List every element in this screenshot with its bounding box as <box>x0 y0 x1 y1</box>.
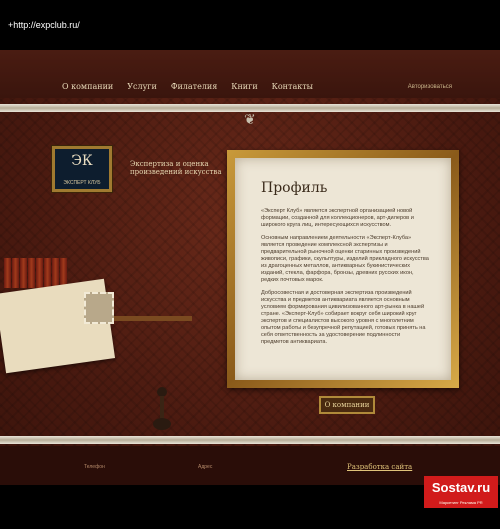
nav-item-books[interactable]: Книги <box>231 82 257 91</box>
sostav-watermark-sub: Маркетинг Реклама PR <box>424 500 498 508</box>
nav-item-services[interactable]: Услуги <box>127 82 157 91</box>
footer-phone-label: Телефон <box>84 464 105 470</box>
profile-panel: Профиль «Эксперт Клуб» является экспертн… <box>235 158 451 380</box>
url-text: +http://expclub.ru/ <box>8 20 80 30</box>
nav-item-about[interactable]: О компании <box>62 82 113 91</box>
logo[interactable]: ЭК ЭКСПЕРТ КЛУБ <box>52 146 112 192</box>
profile-text: «Эксперт Клуб» является экспертной орган… <box>261 208 429 352</box>
profile-frame: Профиль «Эксперт Клуб» является экспертн… <box>227 150 459 388</box>
nav-item-contacts[interactable]: Контакты <box>272 82 313 91</box>
telephone-icon <box>153 387 171 430</box>
books-illustration <box>4 258 68 288</box>
ornament-icon: ❦ <box>244 112 256 128</box>
profile-paragraph: Основным направлением деятельности «Эксп… <box>261 235 429 283</box>
browser-url-bar: +http://expclub.ru/ <box>0 0 500 50</box>
footer-address-label: Адрес <box>198 464 213 470</box>
sostav-watermark: Sostav.ru <box>424 476 498 500</box>
ornament-band-bottom <box>0 436 500 444</box>
logo-mark: ЭК <box>71 153 93 169</box>
ornament-band-top <box>0 104 500 112</box>
logo-name: ЭКСПЕРТ КЛУБ <box>63 180 101 186</box>
nav-item-philately[interactable]: Филателия <box>171 82 217 91</box>
main-nav: О компании Услуги Филателия Книги Контак… <box>62 82 313 91</box>
about-company-button[interactable]: О компании <box>319 396 375 414</box>
profile-title: Профиль <box>261 180 328 196</box>
profile-paragraph: «Эксперт Клуб» является экспертной орган… <box>261 208 414 228</box>
stamp-illustration <box>84 292 114 324</box>
login-link[interactable]: Авторизоваться <box>408 84 452 90</box>
profile-paragraph: Добросовестная и достоверная экспертиза … <box>261 290 426 345</box>
developer-link[interactable]: Разработка сайта <box>347 463 412 471</box>
site-page: О компании Услуги Филателия Книги Контак… <box>0 50 500 486</box>
site-tagline: Экспертиза и оценка произведений искусст… <box>130 160 222 176</box>
